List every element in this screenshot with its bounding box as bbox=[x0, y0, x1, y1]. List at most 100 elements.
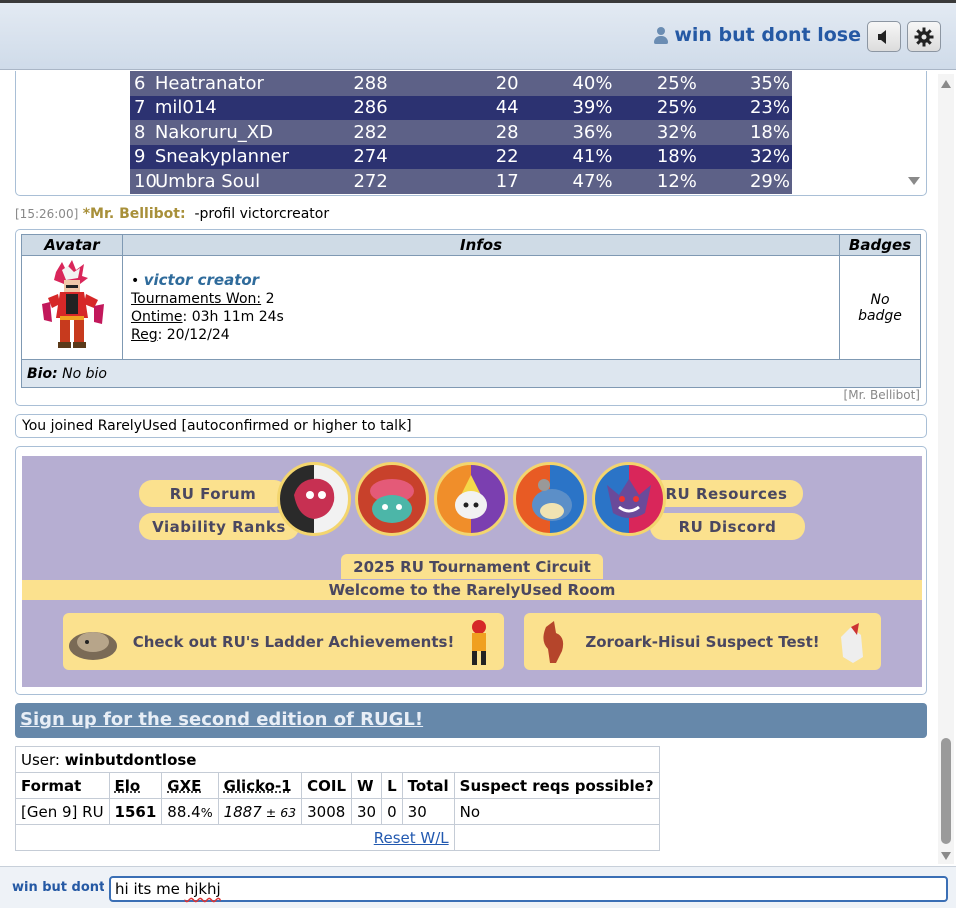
ladder-user: User: winbutdontlose bbox=[15, 746, 660, 773]
ladder-cell-rank: 6 bbox=[134, 72, 146, 94]
ladder-cell-b: 25% bbox=[656, 72, 697, 94]
message-sender[interactable]: *Mr. Bellibot: bbox=[83, 206, 186, 222]
ladder-cell-name[interactable]: Sneakyplanner bbox=[155, 146, 353, 167]
ladder-row: 7 mil014 286 44 39% 25% 23% bbox=[130, 95, 792, 120]
ladder-cell-a: 47% bbox=[572, 170, 613, 192]
ladder-cell-name[interactable]: mil014 bbox=[155, 97, 353, 118]
column-header: L bbox=[381, 772, 403, 799]
ladder-cell-a: 36% bbox=[572, 121, 613, 143]
ladder-row: 6 Heatranator 288 20 40% 25% 35% bbox=[130, 71, 792, 96]
ladder-cell-games: 20 bbox=[495, 72, 519, 94]
chat-input-bar: win but dont lose: hi its me hjkhj bbox=[0, 866, 956, 908]
avatar bbox=[21, 255, 123, 360]
chat-message: [15:26:00] *Mr. Bellibot: -profil victor… bbox=[15, 206, 329, 222]
pokemon-5-icon[interactable] bbox=[592, 462, 666, 536]
ladder-cell-c: 32% bbox=[749, 146, 790, 168]
ladder-table: 6 Heatranator 288 20 40% 25% 35% 7 mil014 286 44 39… bbox=[130, 71, 792, 194]
settings-button[interactable] bbox=[907, 21, 941, 52]
pokemon-2-icon[interactable] bbox=[355, 462, 429, 536]
ladder-scrollbar[interactable] bbox=[904, 71, 922, 189]
rugl-announcement: Sign up for the second edition of RUGL! bbox=[15, 703, 927, 738]
bot-tag: [Mr. Bellibot] bbox=[843, 388, 920, 402]
pokemon-1-icon[interactable] bbox=[277, 462, 351, 536]
column-header: Suspect reqs possible? bbox=[453, 772, 660, 799]
ladder-header-row: Format Elo GXE Glicko-1 COIL W L Total Suspect r… bbox=[15, 772, 660, 799]
chat-log[interactable]: 6 Heatranator 288 20 40% 25% 35% 7 mil014 286 44 39… bbox=[0, 71, 940, 866]
scroll-down-icon[interactable] bbox=[908, 177, 920, 185]
ladder-achievements-card[interactable]: Check out RU's Ladder Achievements! bbox=[63, 613, 504, 670]
ladder-cell-elo: 272 bbox=[353, 170, 388, 192]
ladder-cell-c: 35% bbox=[749, 72, 790, 94]
scroll-down-icon[interactable] bbox=[941, 852, 951, 860]
user-ladder-table: User: winbutdontlose Format Elo GXE Glicko-… bbox=[15, 746, 660, 851]
viability-ranks-link[interactable]: Viability Ranks bbox=[139, 513, 299, 540]
column-header: W bbox=[351, 772, 383, 799]
ladder-row: 8 Nakoruru_XD 282 28 36% 32% 18% bbox=[130, 120, 792, 145]
chat-message-input[interactable]: hi its me hjkhj bbox=[109, 876, 948, 902]
message-timestamp: [15:26:00] bbox=[15, 207, 79, 221]
input-username[interactable]: win but dont lose: bbox=[12, 880, 104, 895]
badges-header: Badges bbox=[839, 234, 921, 256]
avatar-header: Avatar bbox=[21, 234, 123, 256]
ladder-cell-elo: 282 bbox=[353, 121, 388, 143]
ladder-row: 10 Umbra Soul 272 17 47% 12% 29% bbox=[130, 169, 792, 194]
ru-discord-link[interactable]: RU Discord bbox=[650, 513, 805, 540]
pokemon-3-icon[interactable] bbox=[434, 462, 508, 536]
ru-resources-link[interactable]: RU Resources bbox=[650, 480, 803, 507]
ladder-cell-name[interactable]: Heatranator bbox=[155, 73, 353, 94]
ladder-cell-name[interactable]: Nakoruru_XD bbox=[155, 122, 353, 143]
header-username[interactable]: win but dont lose bbox=[674, 24, 861, 46]
ladder-cell-rank: 8 bbox=[134, 121, 146, 143]
ladder-cell-b: 12% bbox=[656, 170, 697, 192]
ladder-cell-games: 28 bbox=[495, 121, 519, 143]
rugl-signup-link[interactable]: Sign up for the second edition of RUGL! bbox=[20, 709, 423, 730]
column-header: Format bbox=[15, 772, 110, 799]
suspect-test-card[interactable]: Zoroark-Hisui Suspect Test! bbox=[524, 613, 881, 670]
message-text: -profil victorcreator bbox=[194, 206, 330, 222]
ru-forum-link[interactable]: RU Forum bbox=[139, 480, 287, 507]
column-header: Glicko-1 bbox=[217, 772, 303, 799]
ladder-box: 6 Heatranator 288 20 40% 25% 35% 7 mil014 286 44 39… bbox=[15, 71, 927, 196]
ladder-cell-b: 25% bbox=[656, 97, 697, 119]
room-intro: RU Forum Viability Ranks RU Resources RU… bbox=[15, 446, 927, 695]
pokemon-4-icon[interactable] bbox=[513, 462, 587, 536]
column-header: COIL bbox=[301, 772, 353, 799]
ladder-cell-a: 41% bbox=[572, 146, 613, 168]
column-header: GXE bbox=[161, 772, 219, 799]
sound-button[interactable] bbox=[867, 21, 901, 52]
ladder-cell-rank: 10 bbox=[134, 170, 157, 192]
column-header: Elo bbox=[108, 772, 163, 799]
ontime-value: : 03h 11m 24s bbox=[182, 309, 284, 325]
ladder-cell-elo: 286 bbox=[353, 97, 388, 119]
profile-username[interactable]: victor creator bbox=[144, 271, 259, 289]
reg-value: : 20/12/24 bbox=[157, 327, 230, 343]
trainer-avatar-icon bbox=[42, 259, 104, 348]
profile-bio: Bio: No bio bbox=[21, 359, 921, 388]
scroll-up-icon[interactable] bbox=[941, 80, 951, 88]
ladder-cell-elo: 274 bbox=[353, 146, 388, 168]
zoroark-sprite-icon bbox=[841, 623, 863, 663]
profile-badges: No badge bbox=[839, 255, 921, 360]
column-header: Total bbox=[401, 772, 455, 799]
tournaments-label: Tournaments Won: bbox=[131, 291, 262, 307]
ladder-cell-name[interactable]: Umbra Soul bbox=[155, 171, 353, 192]
chat-scrollbar[interactable] bbox=[938, 74, 954, 864]
pokemon-sprite-icon bbox=[543, 621, 564, 663]
tournament-circuit-label[interactable]: 2025 RU Tournament Circuit bbox=[341, 554, 603, 579]
ladder-cell-rank: 9 bbox=[134, 146, 146, 168]
join-notice: You joined RarelyUsed [autoconfirmed or … bbox=[15, 414, 927, 438]
ladder-cell-a: 40% bbox=[572, 72, 613, 94]
ladder-cell-games: 17 bbox=[495, 170, 519, 192]
room-banner: RU Forum Viability Ranks RU Resources RU… bbox=[22, 456, 922, 687]
gear-icon bbox=[914, 27, 934, 46]
profile-card: Avatar Infos Badges • victor creator Tou… bbox=[15, 229, 927, 406]
ladder-cell-c: 23% bbox=[749, 97, 790, 119]
welcome-heading: Welcome to the RarelyUsed Room bbox=[22, 580, 922, 600]
scrollbar-thumb[interactable] bbox=[941, 738, 951, 844]
ladder-cell-b: 32% bbox=[656, 121, 697, 143]
top-bar: win but dont lose bbox=[0, 0, 956, 70]
user-menu[interactable]: win but dont lose bbox=[654, 24, 861, 46]
ladder-cell-b: 18% bbox=[656, 146, 697, 168]
reset-wl-button[interactable]: Reset W/L bbox=[374, 829, 449, 847]
ladder-data-row: [Gen 9] RU 1561 88.4% 1887 ± 63 3008 30 … bbox=[15, 798, 660, 825]
